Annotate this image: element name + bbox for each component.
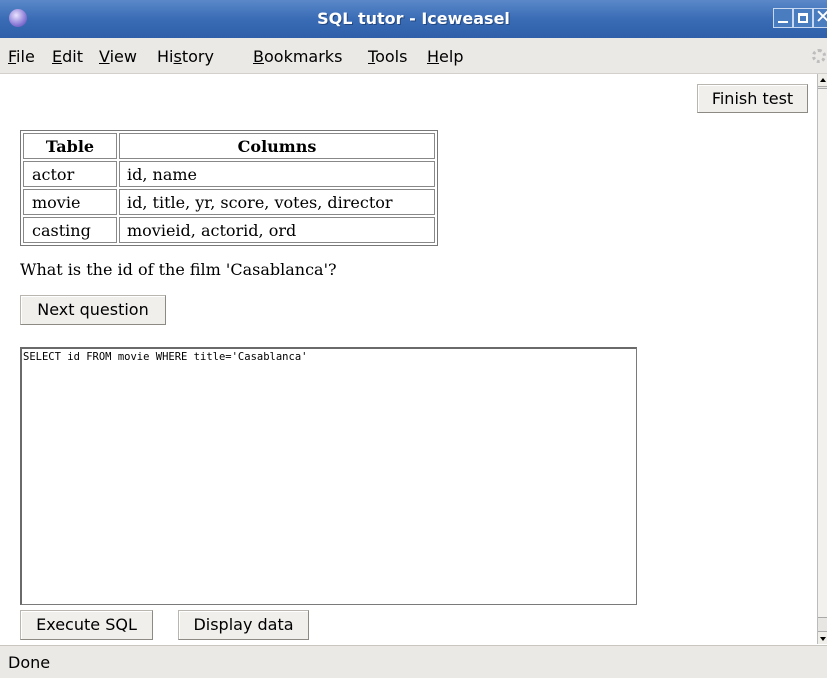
maximize-button[interactable]: [793, 8, 813, 28]
header-columns: Columns: [119, 133, 435, 159]
table-header-row: Table Columns: [23, 133, 435, 159]
close-icon: ✕: [815, 6, 827, 28]
menu-view[interactable]: View: [99, 47, 137, 66]
scroll-down-arrow-icon[interactable]: [818, 631, 827, 644]
display-data-button[interactable]: Display data: [178, 610, 309, 640]
table-row: movie id, title, yr, score, votes, direc…: [23, 189, 435, 215]
table-name-cell: actor: [23, 161, 117, 187]
question-text: What is the id of the film 'Casablanca'?: [20, 260, 337, 279]
scroll-up-arrow-icon[interactable]: [818, 74, 827, 87]
menu-tools[interactable]: Tools: [368, 47, 407, 66]
next-question-button[interactable]: Next question: [20, 295, 166, 325]
status-bar: Done: [0, 645, 827, 678]
window-title: SQL tutor - Iceweasel: [317, 9, 510, 28]
menu-edit[interactable]: Edit: [52, 47, 83, 66]
schema-table: Table Columns actor id, name movie id, t…: [20, 130, 438, 246]
menu-history[interactable]: History: [157, 47, 214, 66]
menu-file[interactable]: File: [8, 47, 35, 66]
sql-query-input[interactable]: SELECT id FROM movie WHERE title='Casabl…: [20, 347, 637, 605]
menu-help[interactable]: Help: [427, 47, 463, 66]
status-text: Done: [8, 653, 51, 672]
vertical-scrollbar[interactable]: [817, 74, 827, 644]
close-button[interactable]: ✕: [813, 6, 827, 28]
table-name-cell: casting: [23, 217, 117, 243]
minimize-button[interactable]: [773, 8, 793, 28]
throbber-icon: [812, 49, 826, 63]
menu-bar: File Edit View History Bookmarks Tools H…: [0, 38, 827, 74]
finish-test-button[interactable]: Finish test: [697, 84, 808, 113]
page-content: Finish test Table Columns actor id, name…: [0, 74, 817, 644]
table-name-cell: movie: [23, 189, 117, 215]
window-title-bar[interactable]: SQL tutor - Iceweasel ✕: [0, 0, 827, 38]
table-row: casting movieid, actorid, ord: [23, 217, 435, 243]
table-row: actor id, name: [23, 161, 435, 187]
columns-cell: movieid, actorid, ord: [119, 217, 435, 243]
columns-cell: id, name: [119, 161, 435, 187]
scrollbar-thumb[interactable]: [818, 88, 827, 618]
execute-sql-button[interactable]: Execute SQL: [20, 610, 153, 640]
columns-cell: id, title, yr, score, votes, director: [119, 189, 435, 215]
menu-bookmarks[interactable]: Bookmarks: [253, 47, 342, 66]
header-table: Table: [23, 133, 117, 159]
